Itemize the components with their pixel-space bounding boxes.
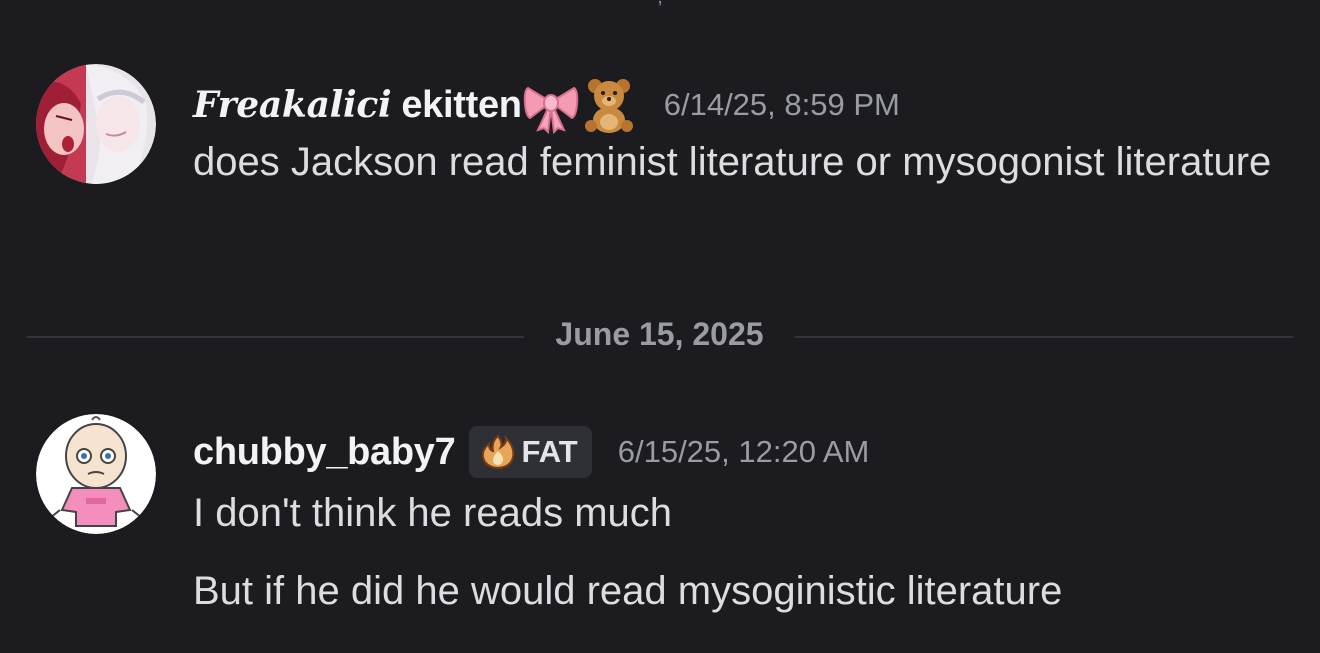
divider-line (27, 336, 524, 338)
message-header: chubby_baby7 FAT 6/15/25, 12:20 AM (193, 426, 869, 478)
message-header: Freakalici ekitten 6/14/25, 8:59 PM (193, 76, 900, 135)
previous-message-edge: , (0, 0, 1320, 9)
divider-date: June 15, 2025 (555, 316, 764, 352)
chat-view: , (0, 0, 1320, 653)
avatar[interactable] (36, 414, 156, 534)
divider-line (795, 336, 1293, 338)
username[interactable]: chubby_baby7 (193, 431, 456, 474)
username-script: Freakalici (193, 83, 392, 126)
username-plain: ekitten (401, 83, 522, 126)
ribbon-emoji (522, 76, 580, 135)
message-text: But if he did he would read mysoginistic… (193, 569, 1063, 613)
teddy-bear-emoji (580, 76, 638, 134)
tag-label: FAT (521, 434, 578, 469)
flame-icon (482, 434, 515, 470)
anime-avatar-image (36, 64, 156, 184)
date-divider: June 15, 2025 (27, 312, 1293, 362)
username[interactable]: Freakalici ekitten (193, 84, 522, 127)
avatar[interactable] (36, 64, 156, 184)
baby-cartoon-avatar-image (36, 414, 156, 534)
message-text: I don't think he reads much (193, 491, 673, 535)
timestamp[interactable]: 6/15/25, 12:20 AM (618, 434, 870, 470)
timestamp[interactable]: 6/14/25, 8:59 PM (664, 87, 900, 123)
message-text: does Jackson read feminist literature or… (193, 140, 1272, 184)
server-tag[interactable]: FAT (469, 426, 592, 478)
